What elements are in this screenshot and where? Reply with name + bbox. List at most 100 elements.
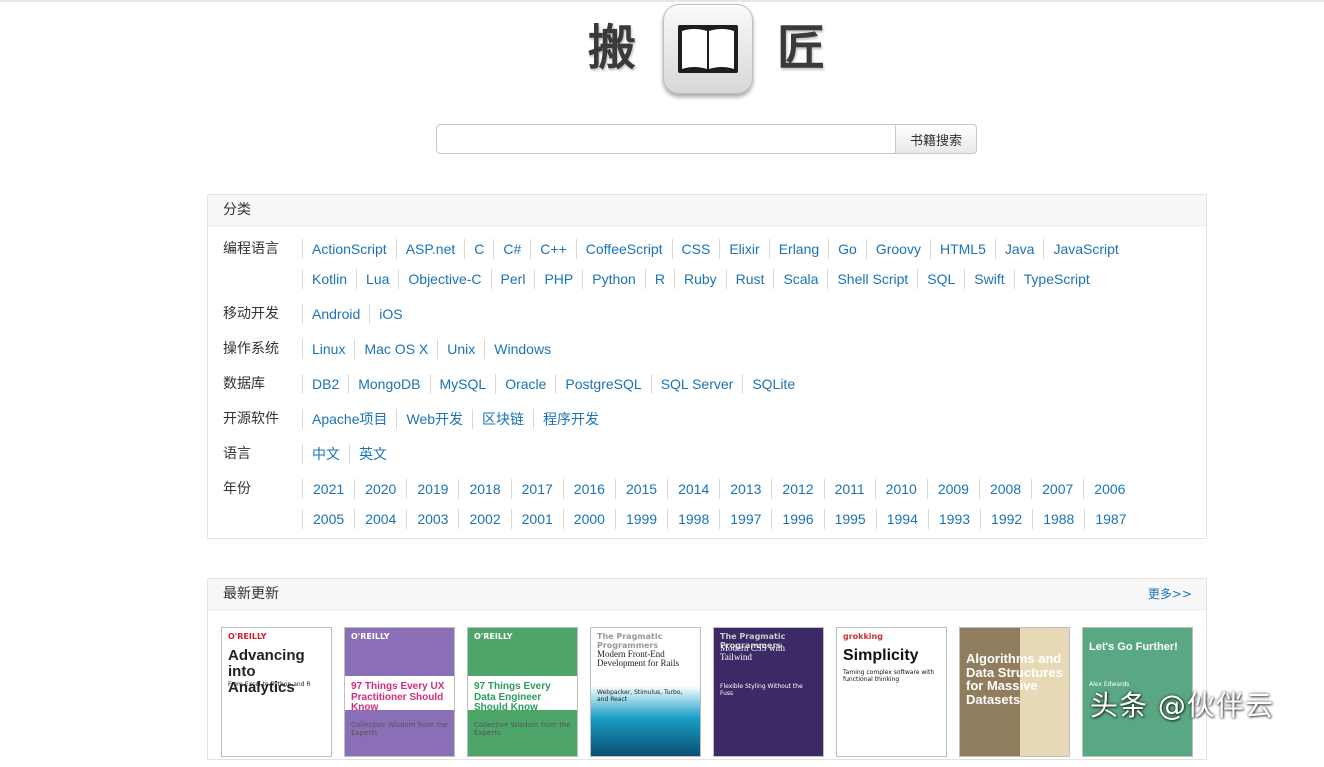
category-tag-link[interactable]: DB2 — [302, 374, 348, 394]
category-tag-link[interactable]: Mac OS X — [354, 339, 437, 359]
category-tag-link[interactable]: 2007 — [1031, 479, 1083, 499]
category-tag-link[interactable]: Android — [302, 304, 369, 324]
category-tag-link[interactable]: 2013 — [719, 479, 771, 499]
category-tag-link[interactable]: 1988 — [1032, 509, 1084, 529]
category-tag-link[interactable]: C++ — [530, 239, 575, 259]
category-tag-link[interactable]: Rust — [725, 269, 774, 289]
category-tag-link[interactable]: 2014 — [667, 479, 719, 499]
category-tag-link[interactable]: CoffeeScript — [575, 239, 672, 259]
category-tag-link[interactable]: Kotlin — [302, 269, 356, 289]
book-cover-list: O'REILLY Advancing into Analytics From Exc… — [221, 627, 1201, 767]
category-tag-link[interactable]: Go — [828, 239, 866, 259]
category-tag-link[interactable]: 2000 — [562, 509, 615, 529]
book-subtitle: Flexible Styling Without the Fuss — [720, 683, 803, 697]
category-tag-link[interactable]: Linux — [302, 339, 354, 359]
category-tag-link[interactable]: MongoDB — [348, 374, 429, 394]
book-cover[interactable]: O'REILLY 97 Things Every UX Practitioner … — [344, 627, 455, 757]
category-tag-link[interactable]: 1994 — [875, 509, 928, 529]
book-cover[interactable]: grokking Simplicity Taming complex softwar… — [836, 627, 947, 757]
category-tag-link[interactable]: Objective-C — [398, 269, 490, 289]
category-tag-link[interactable]: C — [464, 239, 493, 259]
category-tag-link[interactable]: MySQL — [429, 374, 496, 394]
category-tag-link[interactable]: 1995 — [823, 509, 876, 529]
category-tag-link[interactable]: 1993 — [927, 509, 980, 529]
category-tag-link[interactable]: SQL Server — [650, 374, 743, 394]
book-cover[interactable]: Algorithms and Data Structures for Massi… — [959, 627, 1070, 757]
category-tag-link[interactable]: 2011 — [823, 479, 875, 499]
category-tag-link[interactable]: SQLite — [742, 374, 804, 394]
category-tag-link[interactable]: R — [644, 269, 674, 289]
search-button[interactable]: 书籍搜索 — [895, 124, 977, 154]
category-tag-link[interactable]: SQL — [917, 269, 964, 289]
category-tag-link[interactable]: 2002 — [458, 509, 510, 529]
category-tag-link[interactable]: 2005 — [302, 509, 354, 529]
book-cover[interactable]: O'REILLY 97 Things Every Data Engineer Sh… — [467, 627, 578, 757]
category-tag-link[interactable]: Java — [994, 239, 1044, 259]
tag-line: 2021 2020 2019 2018 2017 2016 2015 2014 2013 2012… — [302, 479, 1182, 509]
category-tag-link[interactable]: 2018 — [458, 479, 510, 499]
category-tag-link[interactable]: Oracle — [495, 374, 555, 394]
category-tag-link[interactable]: 2020 — [354, 479, 406, 499]
book-publisher: The Pragmatic Programmers — [597, 632, 663, 650]
category-tag-link[interactable]: ASP.net — [395, 239, 465, 259]
category-tag-link[interactable]: Groovy — [865, 239, 930, 259]
category-tag-link[interactable]: Unix — [437, 339, 484, 359]
category-tag-link[interactable]: 2003 — [406, 509, 458, 529]
book-cover[interactable]: The Pragmatic Programmers Modern CSS with… — [713, 627, 824, 757]
book-cover[interactable]: O'REILLY Advancing into Analytics From Exc… — [221, 627, 332, 757]
category-tag-link[interactable]: 中文 — [302, 444, 349, 464]
category-tag-link[interactable]: 1992 — [980, 509, 1032, 529]
category-tag-link[interactable]: 2021 — [302, 479, 354, 499]
book-cover[interactable]: The Pragmatic Programmers Modern Front-En… — [590, 627, 701, 757]
more-link[interactable]: 更多>> — [1148, 579, 1192, 609]
category-tag-link[interactable]: 2001 — [510, 509, 563, 529]
category-tag-link[interactable]: Elixir — [719, 239, 768, 259]
tag-line: Linux Mac OS X Unix Windows — [302, 339, 1182, 369]
category-tag-link[interactable]: Ruby — [673, 269, 726, 289]
category-tag-link[interactable]: Shell Script — [827, 269, 917, 289]
category-tag-link[interactable]: CSS — [671, 239, 720, 259]
category-tag-link[interactable]: 区块链 — [472, 409, 533, 429]
category-tag-link[interactable]: JavaScript — [1043, 239, 1127, 259]
category-tags: 中文 英文 — [302, 444, 1182, 474]
latest-panel-title: 最新更新 — [223, 586, 279, 602]
category-tags: Linux Mac OS X Unix Windows — [302, 339, 1182, 369]
category-tag-link[interactable]: 2016 — [562, 479, 615, 499]
category-tag-link[interactable]: PostgreSQL — [555, 374, 650, 394]
category-tag-link[interactable]: Windows — [484, 339, 560, 359]
category-tag-link[interactable]: PHP — [534, 269, 582, 289]
category-tag-link[interactable]: 2010 — [874, 479, 927, 499]
category-tag-link[interactable]: Erlang — [768, 239, 828, 259]
category-tag-link[interactable]: Perl — [490, 269, 535, 289]
tag-line: Kotlin Lua Objective-C Perl PHP Python R Ruby Ru… — [302, 269, 1182, 299]
category-tag-link[interactable]: Python — [582, 269, 645, 289]
category-tag-link[interactable]: Scala — [773, 269, 827, 289]
category-tag-link[interactable]: 2017 — [510, 479, 563, 499]
category-tag-link[interactable]: Swift — [964, 269, 1013, 289]
category-tag-link[interactable]: 2019 — [406, 479, 458, 499]
book-title: Let's Go Further! — [1089, 641, 1178, 653]
category-tag-link[interactable]: 英文 — [349, 444, 396, 464]
category-tag-link[interactable]: C# — [493, 239, 530, 259]
category-tag-link[interactable]: 1997 — [719, 509, 771, 529]
category-tag-link[interactable]: 2006 — [1083, 479, 1135, 499]
category-tag-link[interactable]: TypeScript — [1013, 269, 1099, 289]
category-tag-link[interactable]: 2004 — [354, 509, 406, 529]
category-tag-link[interactable]: 1996 — [771, 509, 823, 529]
search-input[interactable] — [436, 124, 896, 154]
category-tag-link[interactable]: iOS — [369, 304, 411, 324]
category-tag-link[interactable]: 2012 — [771, 479, 823, 499]
category-tag-link[interactable]: 2008 — [978, 479, 1031, 499]
category-tag-link[interactable]: Web开发 — [396, 409, 472, 429]
category-tag-link[interactable]: 程序开发 — [533, 409, 608, 429]
category-tag-link[interactable]: ActionScript — [302, 239, 396, 259]
category-tag-link[interactable]: Apache项目 — [302, 409, 396, 429]
category-tag-link[interactable]: 2009 — [926, 479, 979, 499]
category-tag-link[interactable]: Lua — [356, 269, 398, 289]
site-logo[interactable]: 搬 匠 — [0, 0, 1324, 100]
category-tag-link[interactable]: HTML5 — [929, 239, 995, 259]
category-tag-link[interactable]: 1998 — [667, 509, 719, 529]
category-tag-link[interactable]: 1999 — [614, 509, 667, 529]
category-tag-link[interactable]: 1987 — [1084, 509, 1136, 529]
category-tag-link[interactable]: 2015 — [614, 479, 667, 499]
